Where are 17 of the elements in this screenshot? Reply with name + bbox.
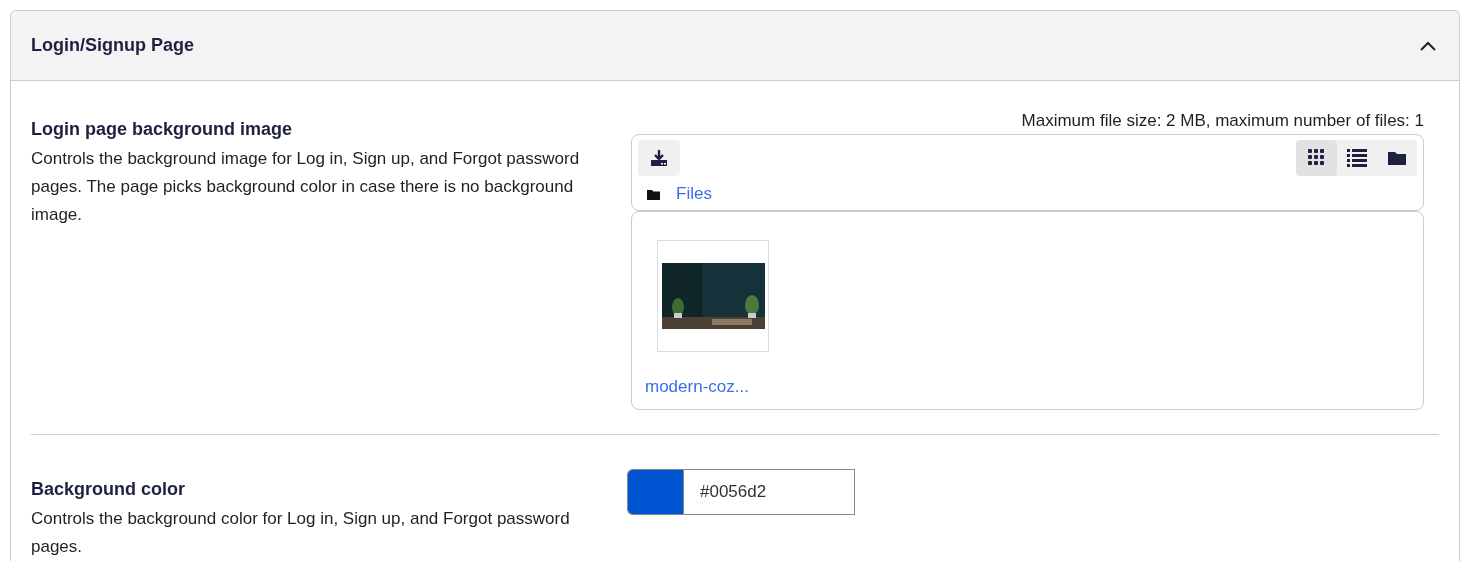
folder-icon (647, 187, 660, 201)
file-thumbnail[interactable] (657, 239, 769, 352)
color-input[interactable]: #0056d2 (683, 468, 855, 515)
view-mode-button[interactable] (1296, 140, 1337, 177)
section-title: Login/Signup Page (31, 34, 194, 57)
file-limits: Maximum file size: 2 MB, maximum number of files: 1 (1020, 111, 1424, 132)
download-button[interactable] (638, 140, 680, 177)
color-swatch[interactable] (627, 468, 683, 515)
setting-description: Controls the background image for Log in, Sign up, and Forgot password pages. The page picks background color in case there is no background image. (31, 147, 581, 226)
section-header[interactable]: Login/Signup Page (11, 11, 1459, 81)
list-icon (1346, 148, 1367, 169)
file-name-link[interactable]: modern-coz... (645, 373, 749, 400)
setting-description: Controls the background color for Log in, Sign up, and Forgot password pages. (31, 507, 571, 558)
breadcrumb-link[interactable]: Files (676, 181, 712, 207)
setting-title: Login page background image (31, 118, 294, 141)
setting-title: Background color (31, 477, 187, 501)
download-icon (650, 149, 668, 168)
